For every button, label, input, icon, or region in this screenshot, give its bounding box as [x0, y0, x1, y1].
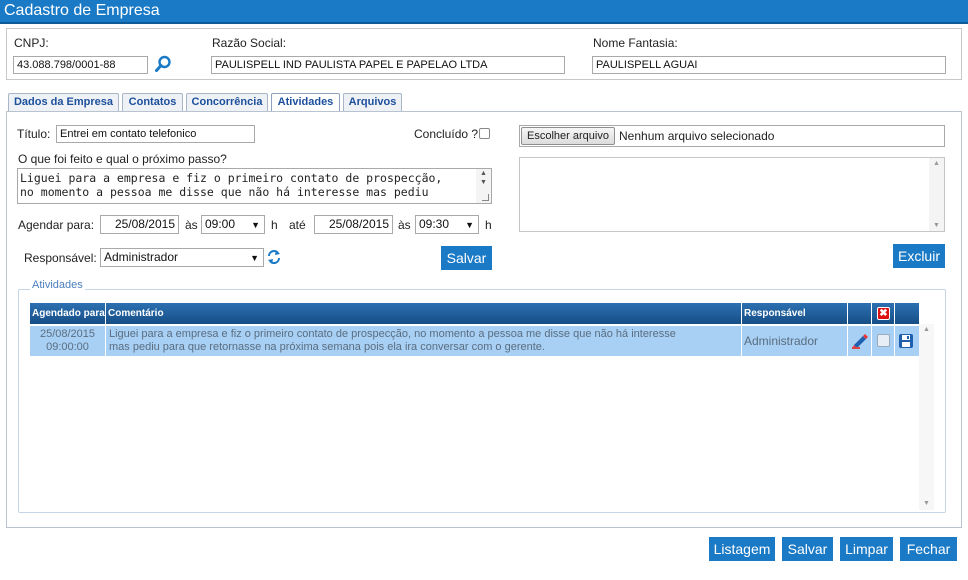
h-label-2: h — [485, 218, 492, 232]
tab-atividades[interactable]: Atividades — [271, 93, 340, 112]
edit-pencil-icon[interactable] — [851, 333, 869, 349]
passo-line-2: no momento a pessoa me disse que não há … — [20, 185, 429, 199]
row-edit-cell — [848, 326, 872, 356]
col-responsavel[interactable]: Responsável — [742, 303, 848, 324]
grid-scrollbar[interactable]: ▲ ▼ — [919, 324, 934, 510]
as-label-1: às — [185, 218, 198, 232]
tab-contatos[interactable]: Contatos — [122, 93, 183, 111]
chevron-down-icon: ▼ — [465, 220, 474, 230]
time-from-select[interactable]: 09:00 ▼ — [201, 215, 265, 234]
title-divider — [0, 22, 968, 24]
nome-fantasia-label: Nome Fantasia: — [593, 36, 678, 50]
listagem-button[interactable]: Listagem — [709, 537, 775, 561]
time-from-value: 09:00 — [205, 217, 236, 231]
file-list-box[interactable] — [519, 157, 945, 232]
salvar-button[interactable]: Salvar — [782, 537, 833, 561]
search-icon[interactable] — [154, 55, 172, 73]
col-save — [895, 303, 919, 324]
time-to-value: 09:30 — [419, 217, 450, 231]
razao-social-input[interactable]: PAULISPELL IND PAULISTA PAPEL E PAPELAO … — [211, 56, 565, 74]
window-title: Cadastro de Empresa — [0, 0, 968, 22]
ate-label: até — [289, 218, 306, 232]
row-checkbox[interactable] — [877, 334, 890, 347]
excluir-button[interactable]: Excluir — [893, 244, 945, 268]
cnpj-label: CNPJ: — [14, 36, 49, 50]
titulo-input[interactable]: Entrei em contato telefonico — [56, 125, 255, 143]
tab-arquivos[interactable]: Arquivos — [343, 93, 402, 111]
cnpj-input[interactable]: 43.088.798/0001-88 — [13, 56, 148, 74]
row-date-cell[interactable]: 25/08/2015 09:00:00 — [30, 326, 106, 356]
col-delete: ✖ — [872, 303, 895, 324]
row-comment-cell[interactable]: Liguei para a empresa e fiz o primeiro c… — [106, 326, 742, 356]
time-to-select[interactable]: 09:30 ▼ — [415, 215, 479, 234]
passo-line-1: Liguei para a empresa e fiz o primeiro c… — [20, 171, 443, 185]
concluido-checkbox[interactable] — [479, 128, 490, 139]
limpar-button[interactable]: Limpar — [840, 537, 893, 561]
date-from-input[interactable]: 25/08/2015 — [100, 215, 179, 234]
activities-legend: Atividades — [30, 279, 85, 291]
nome-fantasia-input[interactable]: PAULISPELL AGUAI — [592, 56, 946, 74]
refresh-icon[interactable] — [267, 249, 281, 265]
col-comentario[interactable]: Comentário — [106, 303, 742, 324]
col-edit — [848, 303, 872, 324]
row-check-cell — [872, 326, 895, 356]
passo-label: O que foi feito e qual o próximo passo? — [18, 152, 227, 166]
delete-x-icon[interactable]: ✖ — [877, 307, 890, 320]
passo-textarea[interactable]: Liguei para a empresa e fiz o primeiro c… — [17, 168, 492, 204]
tab-concorrencia[interactable]: Concorrência — [186, 93, 268, 111]
tab-dados-da-empresa[interactable]: Dados da Empresa — [8, 93, 119, 111]
choose-file-button[interactable]: Escolher arquivo — [521, 127, 615, 145]
titulo-label: Título: — [17, 127, 51, 141]
date-to-input[interactable]: 25/08/2015 — [314, 215, 393, 234]
concluido-label: Concluído ? — [414, 127, 479, 141]
salvar-activity-button[interactable]: Salvar — [441, 246, 492, 270]
responsavel-select[interactable]: Administrador ▼ — [100, 248, 264, 267]
as-label-2: às — [398, 218, 411, 232]
row-comment-line-1: Liguei para a empresa e fiz o primeiro c… — [109, 328, 676, 340]
col-agendado[interactable]: Agendado para — [30, 303, 106, 324]
file-status-text: Nenhum arquivo selecionado — [619, 129, 775, 143]
agendar-label: Agendar para: — [18, 218, 95, 232]
razao-social-label: Razão Social: — [212, 36, 287, 50]
chevron-down-icon: ▼ — [250, 253, 259, 263]
row-save-cell — [895, 326, 919, 356]
chevron-down-icon: ▼ — [251, 220, 260, 230]
passo-scrollbar[interactable]: ▲ ▼ — [476, 169, 491, 203]
responsavel-value: Administrador — [104, 250, 179, 264]
h-label-1: h — [271, 218, 278, 232]
row-responsavel-cell[interactable]: Administrador — [742, 326, 848, 356]
fechar-button[interactable]: Fechar — [900, 537, 957, 561]
file-list-scrollbar[interactable]: ▲ ▼ — [929, 158, 944, 231]
responsavel-label: Responsável: — [24, 251, 97, 265]
row-time: 09:00:00 — [46, 341, 89, 353]
row-comment-line-2: mas pediu para que retornasse na próxima… — [109, 341, 545, 353]
row-date: 25/08/2015 — [39, 328, 96, 340]
save-disk-icon[interactable] — [898, 333, 914, 349]
